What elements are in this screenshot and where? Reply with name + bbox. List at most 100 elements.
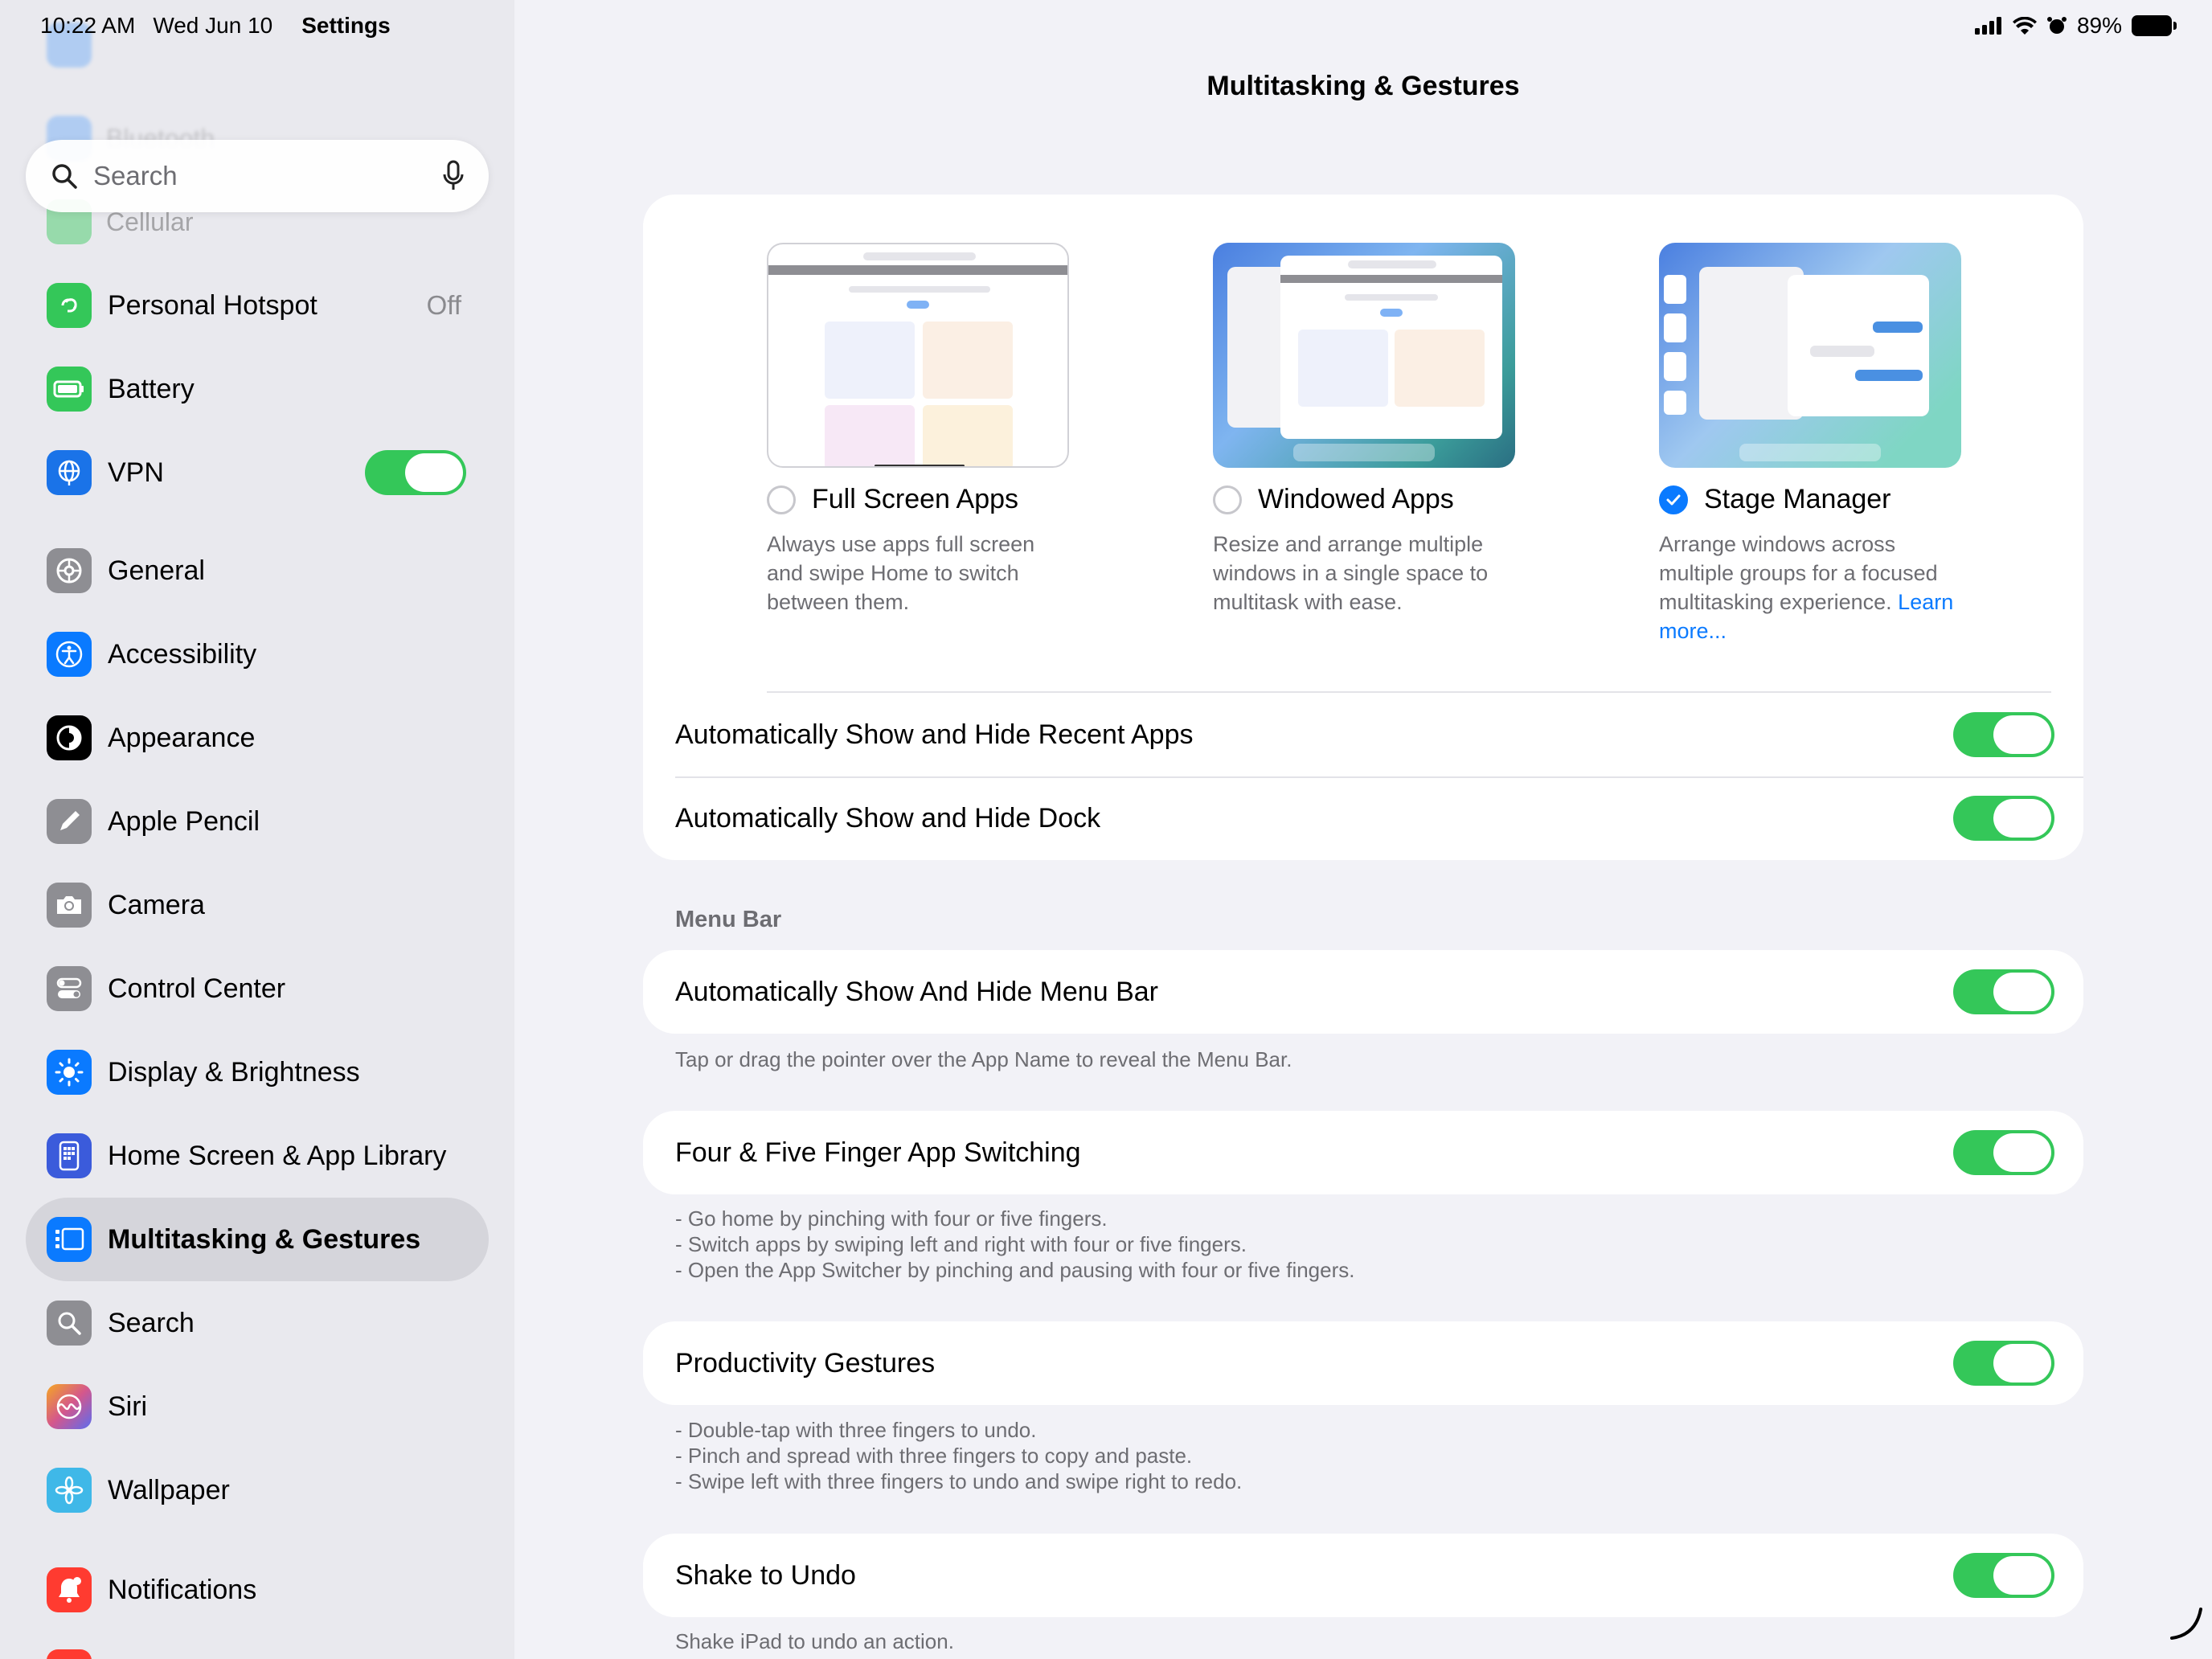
toggle-knob [1993,715,2051,754]
vpn-toggle[interactable] [365,450,466,495]
sidebar-item-appearance[interactable]: Appearance [26,696,489,780]
preview-message-bubble [1873,322,1923,333]
full-screen-radio[interactable] [767,485,796,514]
mode-title: Windowed Apps [1258,484,1454,514]
page-title: Multitasking & Gestures [1206,71,1520,101]
row-recent-apps[interactable]: Automatically Show and Hide Recent Apps [643,693,2083,776]
preview-element [907,301,929,309]
toggle-knob [1993,1133,2051,1172]
sidebar-item-apple-pencil[interactable]: Apple Pencil [26,780,489,863]
sidebar-item-label: Camera [108,889,205,920]
row-four-finger[interactable]: Four & Five Finger App Switching [643,1111,2083,1194]
preview-message-bubble [1855,370,1923,381]
sidebar-item-notifications[interactable]: Notifications [26,1548,489,1632]
cellular-signal-icon [1974,17,2001,35]
status-bar: 10:22 AM Wed Jun 10 Settings 89% [0,0,2212,51]
toggle-knob [405,453,463,492]
mode-full-screen[interactable]: Full Screen Apps Always use apps full sc… [767,243,1072,616]
productivity-footnote: - Double-tap with three fingers to undo.… [675,1417,1242,1494]
sidebar-item-personal-hotspot[interactable]: Personal Hotspot Off [26,264,489,347]
sidebar-item-vpn[interactable]: VPN [26,431,489,514]
preview-stage-thumbnail [1664,352,1686,381]
pencil-icon [47,799,92,844]
sidebar-item-home-screen[interactable]: Home Screen & App Library [26,1114,489,1198]
four-finger-footnote: - Go home by pinching with four or five … [675,1206,1354,1283]
main-panel: Multitasking & Gestures Full Screen Apps… [514,0,2212,1659]
control-center-icon [47,966,92,1011]
four-finger-toggle[interactable] [1953,1130,2054,1175]
windowed-preview-image[interactable] [1213,243,1515,468]
preview-message-bubble [1810,346,1874,357]
footnote-line: - Swipe left with three fingers to undo … [675,1469,1243,1493]
mode-stage-manager[interactable]: Stage Manager Arrange windows across mul… [1659,243,1964,645]
preview-element [825,322,915,399]
preview-dock [1293,444,1435,461]
sidebar-item-label: Multitasking & Gestures [108,1223,421,1255]
full-screen-preview-image[interactable] [767,243,1069,468]
row-label: Automatically Show And Hide Menu Bar [675,976,1158,1007]
sidebar-item-multitasking[interactable]: Multitasking & Gestures [26,1198,489,1281]
search-field[interactable]: Search [26,140,489,212]
sidebar-item-battery[interactable]: Battery [26,347,489,431]
footnote-line: - Switch apps by swiping left and right … [675,1232,1247,1256]
sidebar-item-label: Apple Pencil [108,805,260,837]
search-placeholder: Search [93,161,178,190]
row-productivity[interactable]: Productivity Gestures [643,1321,2083,1405]
sidebar-item-general[interactable]: General [26,529,489,612]
shake-footnote: Shake iPad to undo an action. [675,1629,954,1653]
row-label: Shake to Undo [675,1559,856,1591]
vpn-globe-icon [47,450,92,495]
sidebar-item-label: Accessibility [108,638,257,670]
sidebar-item-display-brightness[interactable]: Display & Brightness [26,1030,489,1114]
productivity-toggle[interactable] [1953,1341,2054,1386]
preview-element [1280,275,1502,283]
status-time: 10:22 AM [40,13,136,38]
row-label: Automatically Show and Hide Recent Apps [675,719,1194,750]
row-dock[interactable]: Automatically Show and Hide Dock [643,776,2083,860]
toggle-knob [1993,1344,2051,1382]
row-shake-to-undo[interactable]: Shake to Undo [643,1534,2083,1617]
stage-manager-description-text: Arrange windows across multiple groups f… [1659,532,1938,614]
gear-icon [47,548,92,593]
menu-bar-toggle[interactable] [1953,969,2054,1014]
preview-element [923,405,1013,466]
status-date: Wed Jun 10 [153,13,273,38]
microphone-icon[interactable] [442,160,465,192]
siri-icon [47,1384,92,1429]
sidebar-item-wallpaper[interactable]: Wallpaper [26,1448,489,1532]
search-icon [47,1301,92,1346]
sidebar-item-control-center[interactable]: Control Center [26,947,489,1030]
footnote-line: - Pinch and spread with three fingers to… [675,1444,1193,1468]
stage-manager-preview-image[interactable] [1659,243,1961,468]
dock-toggle[interactable] [1953,796,2054,841]
shake-toggle[interactable] [1953,1553,2054,1598]
preview-element [1380,309,1403,317]
corner-resize-handle-icon[interactable] [2169,1606,2204,1641]
home-indicator [875,465,965,466]
recent-apps-toggle[interactable] [1953,712,2054,757]
mode-description: Always use apps full screen and swipe Ho… [767,532,1035,614]
sidebar-item-camera[interactable]: Camera [26,863,489,947]
preview-element [768,265,1067,275]
stage-manager-radio-checked[interactable] [1659,485,1688,514]
row-label: Productivity Gestures [675,1347,936,1378]
mode-description: Resize and arrange multiple windows in a… [1213,532,1489,614]
multitasking-mode-card: Full Screen Apps Always use apps full sc… [643,195,2083,860]
productivity-card: Productivity Gestures [643,1321,2083,1405]
camera-icon [47,883,92,928]
preview-element [849,286,990,293]
sidebar-item-accessibility[interactable]: Accessibility [26,612,489,696]
mode-description: Arrange windows across multiple groups f… [1659,530,1964,645]
shake-card: Shake to Undo [643,1534,2083,1617]
row-menu-bar[interactable]: Automatically Show And Hide Menu Bar [643,950,2083,1034]
sidebar-item-search[interactable]: Search [26,1281,489,1365]
preview-stage-thumbnail [1664,391,1686,415]
sidebar-item-siri[interactable]: Siri [26,1365,489,1448]
preview-element [1348,260,1436,268]
sidebar-item-label: Siri [108,1391,148,1422]
preview-element [825,405,915,466]
battery-icon [47,367,92,412]
mode-windowed[interactable]: Windowed Apps Resize and arrange multipl… [1213,243,1518,616]
battery-status-icon [2132,15,2177,36]
windowed-radio[interactable] [1213,485,1242,514]
